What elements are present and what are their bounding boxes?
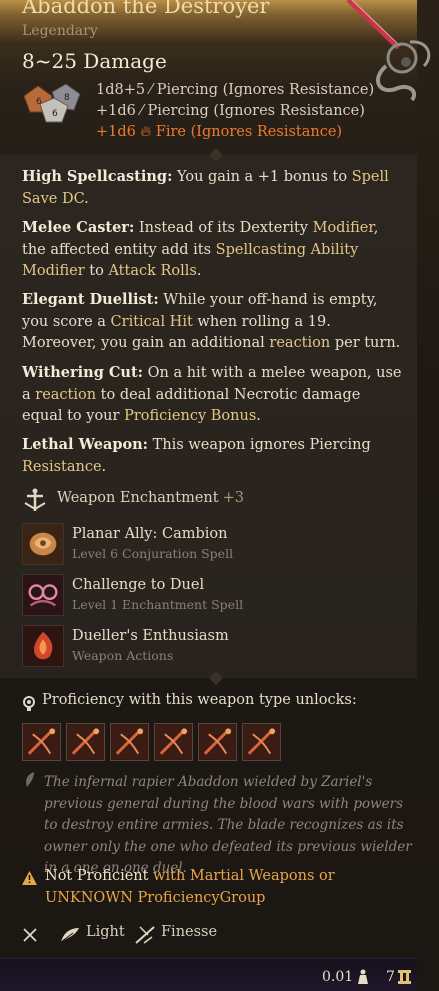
damage-type: Piercing (Ignores Resistance) bbox=[156, 82, 375, 98]
passive-name: High Spellcasting: bbox=[22, 168, 173, 185]
warning-text: Not Proficient with Martial Weapons or U… bbox=[45, 866, 415, 909]
passive-withering-cut: Withering Cut: On a hit with a melee wea… bbox=[22, 362, 402, 428]
keyword-link[interactable]: reaction bbox=[35, 387, 96, 403]
die-face-1: 6 bbox=[36, 97, 42, 107]
weapon-action-icon[interactable] bbox=[198, 723, 237, 761]
quill-icon bbox=[26, 772, 34, 787]
spell-name: Planar Ally: Cambion bbox=[72, 526, 228, 542]
weapon-action-icon[interactable] bbox=[154, 723, 193, 761]
keyword-link[interactable]: DC bbox=[62, 191, 84, 207]
damage-line-2: +1d6 ⁄ Piercing (Ignores Resistance) bbox=[96, 103, 365, 119]
item-title: Abaddon the Destroyer bbox=[22, 0, 270, 18]
gold-icon bbox=[398, 970, 411, 984]
damage-type: Fire (Ignores Resistance) bbox=[155, 124, 343, 140]
passive-text: . bbox=[196, 263, 202, 279]
weight-icon bbox=[358, 969, 368, 984]
spell-duellers-enthusiasm[interactable]: Dueller's Enthusiasm Weapon Actions bbox=[22, 625, 412, 669]
damage-type: Piercing (Ignores Resistance) bbox=[147, 103, 365, 119]
property-finesse: Finesse bbox=[161, 924, 218, 940]
spell-subtitle: Weapon Actions bbox=[72, 648, 174, 663]
weapon-action-icon[interactable] bbox=[110, 723, 149, 761]
passive-high-spellcasting: High Spellcasting: You gain a +1 bonus t… bbox=[22, 166, 402, 210]
keyword-link[interactable]: Resistance bbox=[22, 459, 102, 475]
passive-text: to bbox=[84, 263, 109, 279]
keyword-link[interactable]: Attack Rolls bbox=[108, 263, 196, 279]
piercing-icon: ⁄ bbox=[140, 103, 148, 119]
dice-icon: 6 8 6 bbox=[23, 84, 81, 123]
keyword-link[interactable]: reaction bbox=[269, 335, 330, 351]
weapon-action-glyph bbox=[243, 724, 280, 760]
damage-line-3: +1d6 🔥︎ Fire (Ignores Resistance) bbox=[96, 124, 342, 140]
passive-text: . bbox=[84, 190, 89, 207]
tooltip-footer: 0.01 7 bbox=[0, 958, 417, 991]
passive-name: Withering Cut: bbox=[22, 364, 144, 381]
die-face-2: 8 bbox=[64, 93, 70, 103]
enthusiasm-icon bbox=[22, 625, 64, 667]
fire-icon: 🔥︎ bbox=[140, 124, 156, 140]
weapon-action-glyph bbox=[199, 724, 236, 760]
enchantment-label: Weapon Enchantment bbox=[57, 490, 219, 506]
passive-text: This weapon ignores Piercing bbox=[148, 437, 371, 453]
damage-dice: +1d6 bbox=[96, 103, 136, 119]
weapon-action-icon[interactable] bbox=[22, 723, 61, 761]
weapon-action-glyph bbox=[155, 724, 192, 760]
keyword-link[interactable]: Critical Hit bbox=[111, 314, 193, 330]
proficiency-icon bbox=[23, 696, 35, 711]
weapon-enchantment[interactable]: Weapon Enchantment +3 bbox=[22, 487, 412, 515]
proficiency-label: Proficiency with this weapon type unlock… bbox=[42, 692, 357, 708]
item-weight: 0.01 bbox=[322, 969, 354, 985]
passive-elegant-duellist: Elegant Duellist: While your off-hand is… bbox=[22, 289, 402, 355]
passive-text: You gain a +1 bonus to bbox=[172, 169, 352, 185]
spell-planar-ally[interactable]: Planar Ally: Cambion Level 6 Conjuration… bbox=[22, 523, 412, 567]
weapon-action-glyph bbox=[111, 724, 148, 760]
weapon-actions-list bbox=[22, 723, 282, 763]
item-value: 7 bbox=[386, 969, 395, 985]
passive-lethal-weapon: Lethal Weapon: This weapon ignores Pierc… bbox=[22, 434, 402, 478]
spell-challenge-to-duel[interactable]: Challenge to Duel Level 1 Enchantment Sp… bbox=[22, 574, 412, 618]
damage-dice: 1d8+5 bbox=[96, 82, 146, 98]
tooltip-header: Abaddon the Destroyer Legendary 8~25 Dam… bbox=[0, 0, 431, 155]
proficiency-section: Proficiency with this weapon type unlock… bbox=[22, 692, 422, 716]
enchantment-icon bbox=[24, 488, 46, 511]
die-face-3: 6 bbox=[52, 109, 58, 119]
enchantment-label-wrap: Weapon Enchantment +3 bbox=[57, 490, 244, 506]
weapon-properties: Light Finesse bbox=[22, 924, 342, 948]
passive-text: per turn. bbox=[330, 335, 401, 351]
spell-subtitle: Level 1 Enchantment Spell bbox=[72, 597, 244, 612]
item-tooltip: Abaddon the Destroyer Legendary 8~25 Dam… bbox=[0, 0, 439, 991]
weapon-action-icon[interactable] bbox=[242, 723, 281, 761]
spell-subtitle: Level 6 Conjuration Spell bbox=[72, 546, 234, 561]
passive-melee-caster: Melee Caster: Instead of its Dexterity M… bbox=[22, 217, 402, 283]
spell-name: Dueller's Enthusiasm bbox=[72, 628, 229, 644]
keyword-link[interactable]: Modifier bbox=[313, 220, 374, 236]
property-light: Light bbox=[86, 924, 125, 940]
finesse-icon bbox=[135, 926, 155, 944]
weapon-action-glyph bbox=[67, 724, 104, 760]
cambion-icon bbox=[22, 523, 64, 565]
damage-range: 8~25 Damage bbox=[22, 49, 167, 73]
passive-name: Elegant Duellist: bbox=[22, 291, 159, 308]
keyword-link[interactable]: Proficiency Bonus bbox=[124, 408, 256, 424]
piercing-icon: ⁄ bbox=[149, 82, 157, 98]
weapon-action-icon[interactable] bbox=[66, 723, 105, 761]
passive-text: Instead of its Dexterity bbox=[134, 220, 313, 236]
passive-text: . bbox=[256, 408, 261, 424]
spell-name: Challenge to Duel bbox=[72, 577, 205, 593]
warning-icon bbox=[22, 871, 37, 885]
passive-name: Melee Caster: bbox=[22, 219, 135, 236]
damage-line-1: 1d8+5 ⁄ Piercing (Ignores Resistance) bbox=[96, 82, 374, 98]
crossed-swords-icon bbox=[23, 928, 37, 942]
feather-icon bbox=[60, 928, 79, 943]
damage-dice: +1d6 bbox=[96, 124, 136, 140]
not-proficient-label: Not Proficient bbox=[45, 868, 149, 884]
duel-icon bbox=[22, 574, 64, 616]
item-rarity: Legendary bbox=[22, 23, 98, 39]
passive-text: . bbox=[101, 458, 107, 475]
passive-name: Lethal Weapon: bbox=[22, 436, 149, 453]
enchantment-value: +3 bbox=[222, 490, 244, 506]
item-lore: The infernal rapier Abaddon wielded by Z… bbox=[44, 774, 412, 876]
weapon-action-glyph bbox=[23, 724, 60, 760]
